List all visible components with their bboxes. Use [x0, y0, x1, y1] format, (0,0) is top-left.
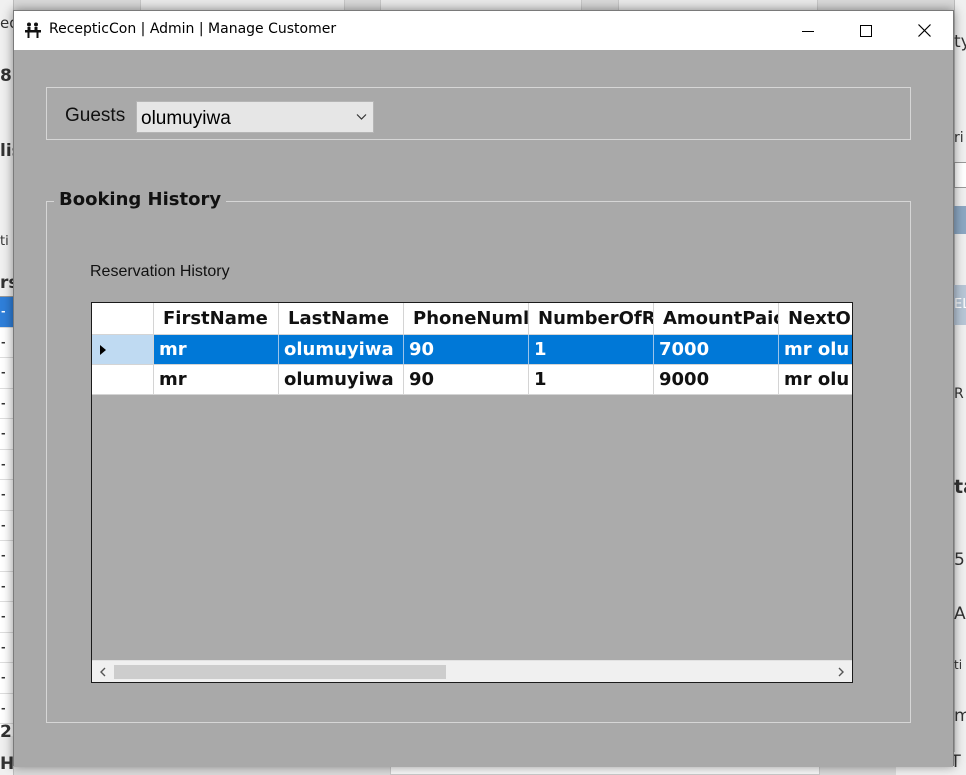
reservation-history-label: Reservation History — [90, 263, 230, 280]
table-row[interactable]: mr olumuyiwa 90 1 9000 mr olu — [92, 365, 852, 395]
table-cell[interactable]: olumuyiwa — [279, 365, 404, 395]
column-header-nextofkin[interactable]: NextO — [779, 303, 852, 335]
background-button: EL — [954, 285, 966, 325]
guests-dropdown[interactable]: olumuyiwa — [136, 101, 374, 133]
background-text: ti — [0, 234, 9, 249]
column-header-lastname[interactable]: LastName — [279, 303, 404, 335]
minimize-icon — [802, 30, 814, 32]
app-icon — [25, 22, 41, 38]
current-row-arrow-icon — [100, 345, 106, 355]
title-bar[interactable]: RecepticCon | Admin | Manage Customer — [14, 11, 953, 50]
background-text: ed — [0, 14, 14, 32]
table-cell[interactable]: olumuyiwa — [279, 335, 404, 365]
table-cell[interactable]: 1 — [529, 335, 654, 365]
guests-dropdown-value: olumuyiwa — [141, 108, 231, 129]
booking-history-groupbox: Booking History Reservation History Firs… — [46, 189, 911, 723]
row-header[interactable] — [92, 335, 154, 365]
scroll-left-icon[interactable] — [95, 666, 111, 678]
background-text: ri — [954, 130, 964, 146]
background-bar — [954, 206, 966, 234]
close-button[interactable] — [895, 11, 953, 50]
column-header-firstname[interactable]: FirstName — [154, 303, 279, 335]
table-cell[interactable]: 90 — [404, 365, 529, 395]
manage-customer-window: RecepticCon | Admin | Manage Customer Gu… — [13, 10, 954, 767]
table-cell[interactable]: 90 — [404, 335, 529, 365]
horizontal-scrollbar[interactable] — [92, 660, 852, 682]
background-text: ta — [954, 476, 966, 498]
grid-corner-cell[interactable] — [92, 303, 154, 335]
table-cell[interactable]: 9000 — [654, 365, 779, 395]
background-text: R — [954, 386, 964, 402]
column-header-numberofrooms[interactable]: NumberOfR — [529, 303, 654, 335]
table-cell[interactable]: mr olu — [779, 335, 852, 365]
guests-label: Guests — [65, 105, 126, 126]
background-text: He — [0, 754, 14, 774]
column-header-amountpaid[interactable]: AmountPaic — [654, 303, 779, 335]
scrollbar-thumb[interactable] — [114, 665, 446, 679]
chevron-down-icon[interactable] — [356, 113, 367, 121]
table-cell[interactable]: mr olu — [779, 365, 852, 395]
background-text: lis — [0, 141, 14, 161]
table-row[interactable]: mr olumuyiwa 90 1 7000 mr olu — [92, 335, 852, 365]
background-field — [954, 162, 966, 188]
window-title: RecepticCon | Admin | Manage Customer — [49, 21, 337, 37]
background-text: rs — [0, 273, 14, 293]
table-cell[interactable]: 1 — [529, 365, 654, 395]
window-client-area: Guests olumuyiwa Booking History Reserva… — [14, 50, 953, 767]
grid-header-row: FirstName LastName PhoneNuml NumberOfR A… — [92, 303, 852, 335]
background-text: A — [954, 604, 966, 624]
reservation-history-grid[interactable]: FirstName LastName PhoneNuml NumberOfR A… — [91, 302, 853, 683]
row-header[interactable] — [92, 365, 154, 395]
background-text: m — [954, 706, 966, 726]
booking-history-title: Booking History — [54, 189, 227, 210]
background-text: ti — [954, 658, 963, 672]
maximize-button[interactable] — [837, 11, 895, 50]
minimize-button[interactable] — [779, 11, 837, 50]
table-cell[interactable]: 7000 — [654, 335, 779, 365]
close-icon — [917, 24, 931, 37]
background-text: ty — [954, 32, 966, 52]
background-text: 2 — [0, 722, 12, 742]
maximize-icon — [860, 24, 872, 37]
table-cell[interactable]: mr — [154, 335, 279, 365]
guests-groupbox: Guests olumuyiwa — [46, 87, 911, 140]
background-text: 8 — [0, 66, 12, 86]
column-header-phonenumber[interactable]: PhoneNuml — [404, 303, 529, 335]
scroll-right-icon[interactable] — [833, 666, 849, 678]
background-grid: ---- ---- ---- -- — [0, 296, 125, 736]
background-text: 5 — [954, 550, 965, 570]
table-cell[interactable]: mr — [154, 365, 279, 395]
